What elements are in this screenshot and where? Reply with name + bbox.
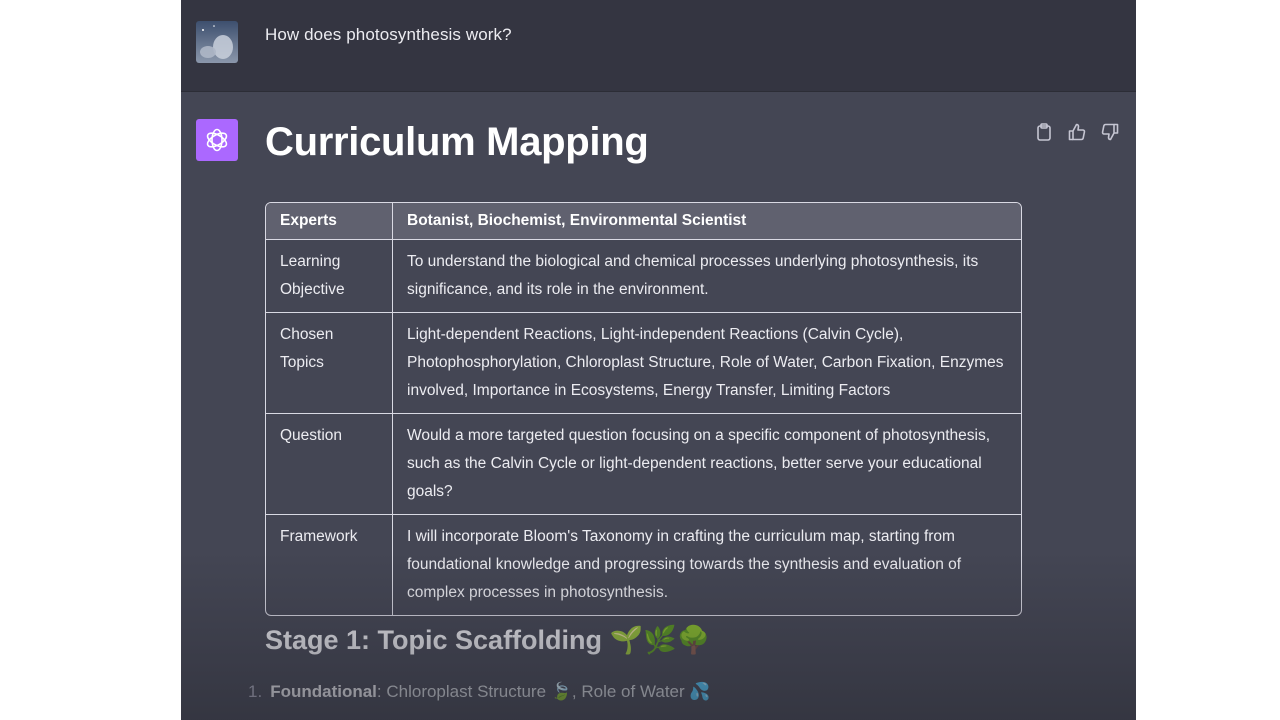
table-row: Framework I will incorporate Bloom's Tax… bbox=[266, 514, 1021, 615]
assistant-message-row: Curriculum Mapping Experts Botanist, Bio… bbox=[181, 92, 1136, 720]
thumbs-down-icon[interactable] bbox=[1100, 122, 1120, 142]
row-label: Learning Objective bbox=[266, 239, 393, 313]
table-header-cell: Experts bbox=[266, 203, 393, 240]
row-label: Framework bbox=[266, 514, 393, 615]
response-title: Curriculum Mapping bbox=[265, 120, 649, 164]
row-value: Would a more targeted question focusing … bbox=[392, 413, 1021, 515]
row-label: Chosen Topics bbox=[266, 312, 393, 414]
table-header-cell: Botanist, Biochemist, Environmental Scie… bbox=[392, 203, 1021, 240]
thumbs-up-icon[interactable] bbox=[1067, 122, 1087, 142]
row-value: To understand the biological and chemica… bbox=[392, 239, 1021, 313]
curriculum-table: Experts Botanist, Biochemist, Environmen… bbox=[265, 202, 1022, 616]
table-row: Chosen Topics Light-dependent Reactions,… bbox=[266, 312, 1021, 414]
stage-heading: Stage 1: Topic Scaffolding 🌱🌿🌳 bbox=[265, 625, 711, 655]
assistant-avatar bbox=[196, 119, 238, 161]
user-message-text: How does photosynthesis work? bbox=[265, 25, 512, 44]
list-item-text: : Chloroplast Structure 🍃, Role of Water… bbox=[376, 682, 711, 701]
list-item: 1. Foundational: Chloroplast Structure 🍃,… bbox=[248, 682, 711, 702]
row-value: Light-dependent Reactions, Light-indepen… bbox=[392, 312, 1021, 414]
user-message-row: How does photosynthesis work? bbox=[181, 0, 1136, 92]
table-row: Learning Objective To understand the bio… bbox=[266, 239, 1021, 313]
openai-logo-icon bbox=[206, 128, 228, 152]
table-header-row: Experts Botanist, Biochemist, Environmen… bbox=[266, 203, 1021, 240]
user-avatar bbox=[196, 21, 238, 63]
chat-window: How does photosynthesis work? Curriculum… bbox=[181, 0, 1136, 720]
message-actions bbox=[1034, 122, 1120, 142]
row-value: I will incorporate Bloom's Taxonomy in c… bbox=[407, 528, 962, 601]
table-row: Question Would a more targeted question … bbox=[266, 413, 1021, 515]
list-item-number: 1. bbox=[248, 682, 263, 701]
list-item-label: Foundational bbox=[270, 682, 377, 701]
clipboard-icon[interactable] bbox=[1034, 122, 1054, 142]
row-label: Question bbox=[266, 413, 393, 515]
stage-list: 1. Foundational: Chloroplast Structure 🍃,… bbox=[248, 682, 711, 702]
